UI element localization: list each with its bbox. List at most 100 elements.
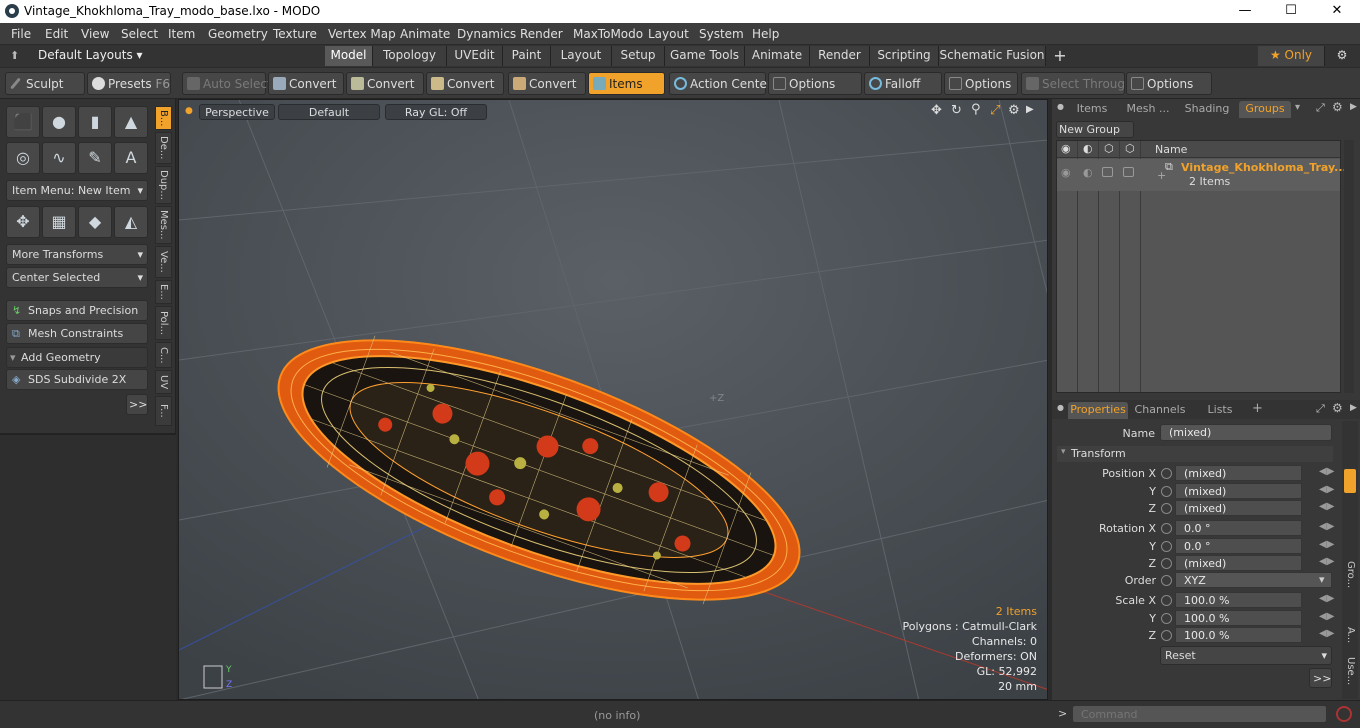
side-tab-user[interactable]: Use...: [1344, 657, 1356, 685]
more-tools-button[interactable]: >>: [126, 394, 148, 415]
maximize-button[interactable]: ☐: [1268, 0, 1314, 23]
value-stepper-icon[interactable]: ◀▶: [1319, 593, 1334, 604]
value-stepper-icon[interactable]: ◀▶: [1319, 501, 1334, 512]
items-mode-button[interactable]: Items: [588, 72, 665, 95]
tab-render[interactable]: Render: [810, 46, 870, 66]
menu-help[interactable]: Help: [752, 27, 779, 41]
vtab-duplicate[interactable]: Dup...: [155, 166, 172, 204]
side-tab-active[interactable]: [1344, 469, 1356, 493]
tab-schematic-fusion[interactable]: Schematic Fusion: [939, 46, 1046, 66]
panel-expand-arrow-icon[interactable]: ▶: [1350, 102, 1357, 112]
value-stepper-icon[interactable]: ◀▶: [1319, 611, 1334, 622]
default-layouts-dropdown[interactable]: Default Layouts ▾: [38, 48, 143, 62]
value-stepper-icon[interactable]: ◀▶: [1319, 484, 1334, 495]
value-stepper-icon[interactable]: ◀▶: [1319, 466, 1334, 477]
sculpt-button[interactable]: Sculpt: [5, 72, 85, 95]
animate-channel-dot-icon[interactable]: [1161, 595, 1172, 606]
vtab-polygon[interactable]: Pol...: [155, 306, 172, 340]
vtab-deform[interactable]: De...: [155, 132, 172, 164]
cube-primitive-icon[interactable]: ⬛: [6, 106, 40, 138]
viewport-menu-dot-icon[interactable]: ●: [185, 106, 193, 116]
auto-select-button[interactable]: Auto Select: [182, 72, 272, 95]
panel-maximize-icon[interactable]: ⤢: [1316, 101, 1325, 115]
vtab-fusion[interactable]: F...: [155, 396, 172, 426]
select-toggle-icon[interactable]: ⬡: [1125, 142, 1135, 155]
render-toggle-icon[interactable]: ◐: [1083, 166, 1093, 179]
text-tool-icon[interactable]: A: [114, 142, 148, 174]
panel-menu-dot-icon[interactable]: ●: [1057, 102, 1064, 111]
tab-lists[interactable]: Lists: [1192, 402, 1248, 419]
pen-tool-icon[interactable]: ✎: [78, 142, 112, 174]
vtab-mesh[interactable]: Mes...: [155, 206, 172, 244]
menu-system[interactable]: System: [699, 27, 744, 41]
select-checkbox[interactable]: [1123, 167, 1134, 177]
more-transforms-dropdown[interactable]: More Transforms ▾: [6, 244, 148, 265]
tab-setup[interactable]: Setup: [612, 46, 665, 66]
command-input[interactable]: [1072, 705, 1327, 723]
animate-channel-dot-icon[interactable]: [1161, 523, 1172, 534]
animate-channel-dot-icon[interactable]: [1161, 575, 1172, 586]
sds-subdivide-button[interactable]: ◈ SDS Subdivide 2X: [6, 369, 148, 390]
tab-model[interactable]: Model: [325, 46, 373, 66]
menu-file[interactable]: File: [11, 27, 31, 41]
menu-animate[interactable]: Animate: [400, 27, 450, 41]
vtab-basic[interactable]: B...: [155, 106, 172, 130]
only-toggle[interactable]: ★ Only: [1258, 46, 1325, 66]
mesh-constraints-button[interactable]: ⧉ Mesh Constraints: [6, 323, 148, 344]
fit-view-icon[interactable]: ⤢: [990, 103, 1000, 118]
group-row[interactable]: ◉ ◐ + ⧉ Vintage_Khokhloma_Tray... 2 Item…: [1057, 159, 1347, 191]
side-tab-a[interactable]: A...: [1344, 627, 1356, 643]
value-stepper-icon[interactable]: ◀▶: [1319, 556, 1334, 567]
reset-dropdown[interactable]: Reset ▾: [1160, 646, 1332, 665]
convert-material-button[interactable]: Convert: [508, 72, 586, 95]
tab-channels[interactable]: Channels: [1132, 402, 1188, 419]
animate-channel-dot-icon[interactable]: [1161, 558, 1172, 569]
name-field[interactable]: (mixed): [1160, 424, 1332, 441]
zoom-icon[interactable]: ⚲: [971, 102, 981, 117]
convert-polygon-button[interactable]: Convert: [426, 72, 504, 95]
viewport-settings-gear-icon[interactable]: ⚙: [1008, 103, 1020, 118]
panel-settings-gear-icon[interactable]: ⚙: [1332, 100, 1343, 114]
falloff-button[interactable]: Falloff: [864, 72, 942, 95]
tab-groups[interactable]: Groups: [1239, 101, 1291, 118]
collapse-triangle-icon[interactable]: ▾: [1061, 447, 1066, 457]
snaps-precision-button[interactable]: ↯ Snaps and Precision: [6, 300, 148, 321]
transform-gizmo-icon[interactable]: ✥: [6, 206, 40, 238]
vtab-edge[interactable]: E...: [155, 280, 172, 304]
visibility-eye-icon[interactable]: ◉: [1061, 142, 1071, 155]
property-value-field[interactable]: (mixed): [1175, 500, 1302, 516]
groups-scrollbar[interactable]: [1344, 140, 1354, 393]
property-value-field[interactable]: 0.0 °: [1175, 520, 1302, 536]
property-value-field[interactable]: XYZ: [1175, 572, 1332, 588]
menu-edit[interactable]: Edit: [45, 27, 68, 41]
viewport-expand-arrow-icon[interactable]: ▶: [1026, 104, 1034, 115]
select-through-options-button[interactable]: Options: [1126, 72, 1212, 95]
animate-channel-dot-icon[interactable]: [1161, 468, 1172, 479]
value-stepper-icon[interactable]: ◀▶: [1319, 539, 1334, 550]
tab-mesh[interactable]: Mesh ...: [1120, 101, 1176, 118]
cone-primitive-icon[interactable]: ▲: [114, 106, 148, 138]
cylinder-primitive-icon[interactable]: ▮: [78, 106, 112, 138]
add-geometry-header[interactable]: ▾ Add Geometry: [6, 347, 148, 368]
raygl-button[interactable]: Ray GL: Off: [385, 104, 487, 120]
convert-edge-button[interactable]: Convert: [346, 72, 424, 95]
action-center-button[interactable]: Action Center: [669, 72, 772, 95]
property-value-field[interactable]: 100.0 %: [1175, 610, 1302, 626]
sphere-mesh-icon[interactable]: ◆: [78, 206, 112, 238]
menu-texture[interactable]: Texture: [273, 27, 317, 41]
falloff-options-button[interactable]: Options: [944, 72, 1018, 95]
property-value-field[interactable]: (mixed): [1175, 483, 1302, 499]
animate-channel-dot-icon[interactable]: [1161, 486, 1172, 497]
torus-primitive-icon[interactable]: ◎: [6, 142, 40, 174]
pan-icon[interactable]: ✥: [931, 103, 942, 118]
more-properties-button[interactable]: >>: [1309, 668, 1332, 688]
sphere-primitive-icon[interactable]: ●: [42, 106, 76, 138]
menu-maxtomodo[interactable]: MaxToModo: [573, 27, 643, 41]
property-value-field[interactable]: (mixed): [1175, 555, 1302, 571]
tab-layout[interactable]: Layout: [551, 46, 612, 66]
lock-toggle-icon[interactable]: ⬡: [1104, 142, 1114, 155]
tab-items[interactable]: Items: [1066, 101, 1118, 118]
menu-render[interactable]: Render: [520, 27, 563, 41]
property-value-field[interactable]: (mixed): [1175, 465, 1302, 481]
tab-animate[interactable]: Animate: [745, 46, 810, 66]
